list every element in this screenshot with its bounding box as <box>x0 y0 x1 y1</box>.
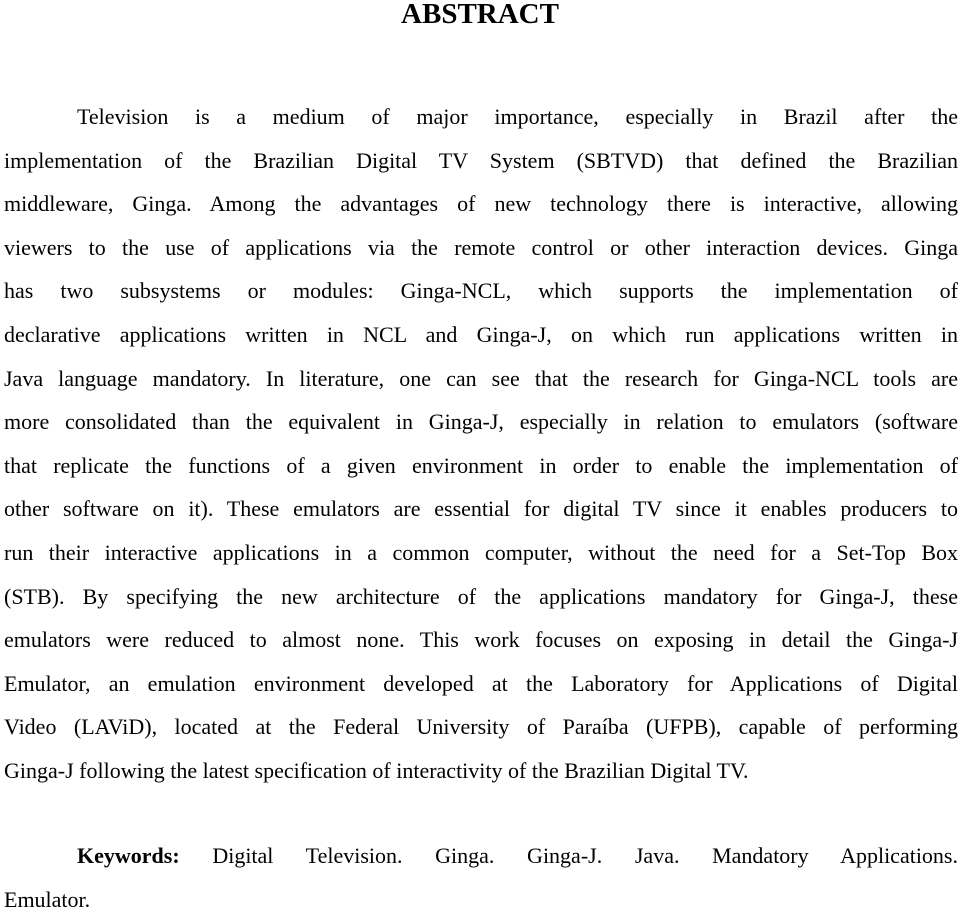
abstract-line: Emulator, an emulation environment devel… <box>4 670 958 696</box>
keywords-list: Digital Television. Ginga. Ginga-J. Java… <box>212 843 958 868</box>
keywords-line: Keywords: Digital Television. Ginga. Gin… <box>4 834 958 878</box>
abstract-line: middleware, Ginga. Among the advantages … <box>4 191 958 217</box>
abstract-title: ABSTRACT <box>401 0 559 30</box>
abstract-line: implementation of the Brazilian Digital … <box>4 147 958 173</box>
abstract-line: other software on it). These emulators a… <box>4 496 958 522</box>
abstract-paragraph: Television is a medium of major importan… <box>4 95 958 793</box>
abstract-line: Java language mandatory. In literature, … <box>4 365 958 391</box>
abstract-line: Ginga-J following the latest specificati… <box>4 757 749 783</box>
abstract-line: run their interactive applications in a … <box>4 539 958 565</box>
keywords-section: Keywords: Digital Television. Ginga. Gin… <box>4 834 958 922</box>
keywords-line-continuation: Emulator. <box>4 887 91 912</box>
keywords-label: Keywords: <box>77 843 180 868</box>
abstract-line: viewers to the use of applications via t… <box>4 234 958 260</box>
abstract-line: emulators were reduced to almost none. T… <box>4 627 958 653</box>
abstract-line: that replicate the functions of a given … <box>4 452 958 478</box>
abstract-line: (STB). By specifying the new architectur… <box>4 583 958 609</box>
abstract-line: Television is a medium of major importan… <box>77 104 958 129</box>
abstract-line: Video (LAViD), located at the Federal Un… <box>4 714 958 740</box>
abstract-line: has two subsystems or modules: Ginga-NCL… <box>4 278 958 304</box>
abstract-line: declarative applications written in NCL … <box>4 321 958 347</box>
abstract-line: more consolidated than the equivalent in… <box>4 409 958 435</box>
